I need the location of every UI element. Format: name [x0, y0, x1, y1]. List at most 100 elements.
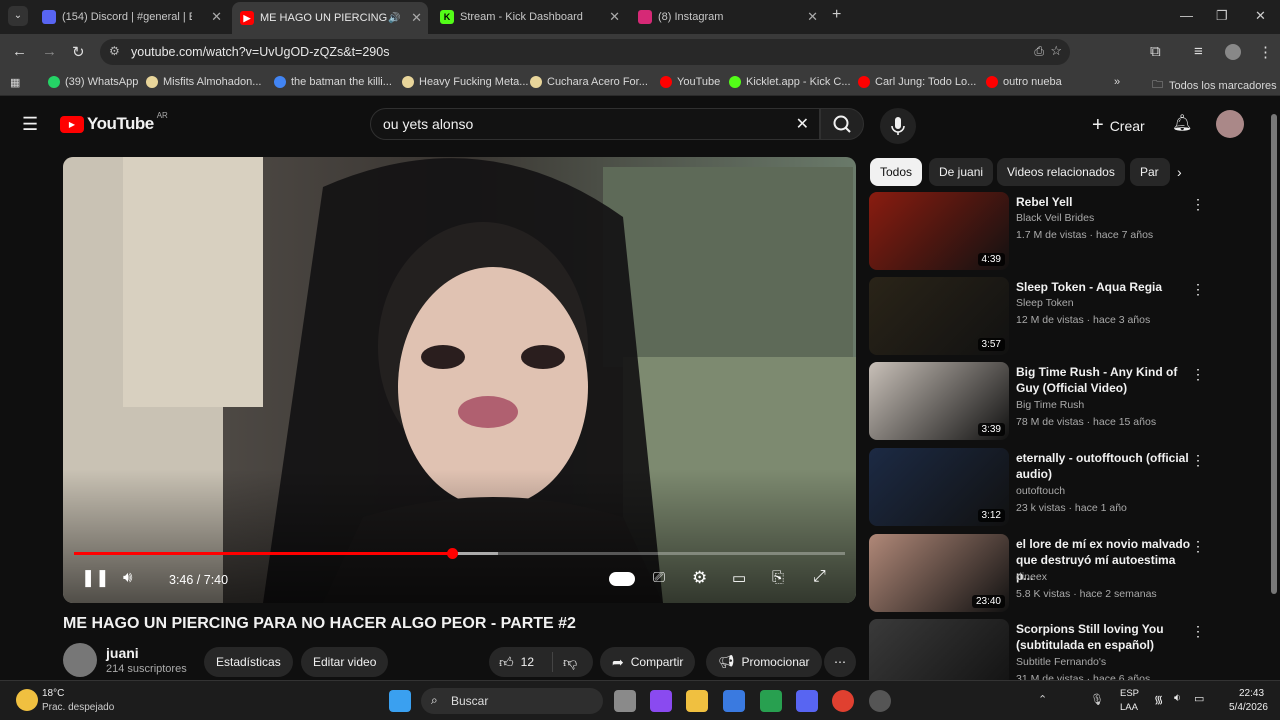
share-button[interactable]: ➦ Compartir	[600, 647, 696, 677]
chip-videos-relacionados[interactable]: Videos relacionados	[997, 158, 1125, 186]
edit-video-button[interactable]: Editar video	[301, 647, 389, 677]
bookmark-heavy-metal[interactable]: Heavy Fucking Meta...	[402, 76, 528, 88]
like-button[interactable]: 👍︎ 12	[489, 652, 553, 672]
battery-icon[interactable]: ▭	[1194, 692, 1204, 705]
more-actions-icon[interactable]: ⋯	[824, 647, 856, 677]
search-button[interactable]	[820, 108, 864, 140]
close-tab-icon[interactable]: ✕	[807, 9, 818, 25]
keyboard-layout[interactable]: LAA	[1120, 702, 1138, 713]
recommendation-channel[interactable]: Big Time Rush	[1016, 399, 1084, 411]
close-tab-icon[interactable]: ✕	[211, 9, 222, 25]
bookmark-youtube[interactable]: YouTube	[660, 76, 720, 88]
search-input[interactable]: ou yets alonso	[383, 116, 473, 132]
fullscreen-icon[interactable]: ⤢	[813, 568, 826, 586]
bookmark-batman[interactable]: the batman the killi...	[274, 76, 392, 88]
voice-search-button[interactable]	[880, 108, 916, 144]
volume-icon[interactable]: 🔊︎	[123, 569, 132, 586]
install-app-icon[interactable]: ⎙	[1034, 44, 1044, 59]
more-options-icon[interactable]: ⋮	[1191, 281, 1205, 298]
bookmark-cuchara[interactable]: Cuchara Acero For...	[530, 76, 648, 88]
tab-kick[interactable]: K Stream - Kick Dashboard ✕	[432, 4, 626, 30]
cast-icon[interactable]: ⎘	[772, 569, 784, 586]
obs-icon[interactable]	[869, 690, 891, 712]
chip-partial[interactable]: Par	[1130, 158, 1170, 186]
minimize-button[interactable]: —	[1180, 8, 1193, 23]
settings-gear-icon[interactable]: ⚙	[692, 568, 707, 588]
recommendation-title[interactable]: eternally - outofftouch (official audio)	[1016, 450, 1191, 482]
taskbar-search[interactable]: ⌕ Buscar	[421, 688, 603, 714]
site-info-icon[interactable]: ⚙	[109, 44, 120, 58]
recommendation-title[interactable]: Big Time Rush - Any Kind of Guy (Officia…	[1016, 364, 1191, 396]
apps-grid-icon[interactable]: ▦	[10, 76, 20, 89]
tab-youtube-active[interactable]: ▶ ME HAGO UN PIERCING PA 🔊 ✕	[232, 2, 428, 34]
create-button[interactable]: + Crear	[1092, 114, 1145, 137]
forward-arrow-icon[interactable]: →	[42, 43, 57, 60]
more-options-icon[interactable]: ⋮	[1191, 538, 1205, 555]
bookmark-kicklet[interactable]: Kicklet.app - Kick C...	[729, 76, 851, 88]
reload-icon[interactable]: ↻	[72, 43, 85, 61]
recommendation-item[interactable]: 3:57 Sleep Token - Aqua Regia Sleep Token 1…	[869, 277, 1259, 357]
pause-icon[interactable]: ❚❚	[81, 568, 110, 588]
microphone-tray-icon[interactable]: 🎙︎	[1090, 693, 1104, 706]
recommendation-channel[interactable]: Subtitle Fernando's	[1016, 656, 1106, 668]
word-icon[interactable]	[723, 690, 745, 712]
video-thumbnail[interactable]: 23:40	[869, 534, 1009, 612]
tab-instagram[interactable]: (8) Instagram ✕	[630, 4, 824, 30]
chip-todos[interactable]: Todos	[870, 158, 923, 186]
more-options-icon[interactable]: ⋮	[1191, 366, 1205, 383]
new-tab-button[interactable]: +	[832, 6, 841, 24]
copilot-icon[interactable]	[650, 690, 672, 712]
task-view-icon[interactable]	[614, 690, 636, 712]
stats-button[interactable]: Estadísticas	[204, 647, 293, 677]
chip-de-juani[interactable]: De juani	[929, 158, 994, 186]
channel-name[interactable]: juani	[106, 645, 139, 661]
search-box[interactable]: ou yets alonso ✕	[370, 108, 820, 140]
back-arrow-icon[interactable]: ←	[12, 43, 27, 60]
recommendation-title[interactable]: Sleep Token - Aqua Regia	[1016, 279, 1191, 295]
recommendation-channel[interactable]: dineex	[1016, 571, 1047, 583]
video-player[interactable]: ❚❚ 🔊︎ 3:46 / 7:40 ⎚ ⚙ ▭ ⎘ ⤢	[63, 157, 856, 603]
tray-overflow-icon[interactable]: ⌃	[1038, 693, 1047, 706]
progress-scrubber[interactable]	[446, 548, 458, 559]
weather-icon[interactable]	[16, 689, 38, 711]
close-window-button[interactable]: ✕	[1255, 8, 1266, 24]
tab-discord[interactable]: (154) Discord | #general | EMO( ✕	[34, 4, 228, 30]
recommendation-channel[interactable]: outoftouch	[1016, 485, 1065, 497]
speaker-icon[interactable]: 🔊	[388, 13, 400, 24]
hamburger-menu-icon[interactable]: ☰	[22, 114, 38, 135]
omnibox[interactable]: ⚙ youtube.com/watch?v=UvUgOD-zQZs&t=290s…	[100, 39, 1070, 65]
menu-kebab-icon[interactable]: ⋮	[1258, 43, 1273, 61]
excel-icon[interactable]	[760, 690, 782, 712]
video-thumbnail[interactable]: 3:39	[869, 362, 1009, 440]
bookmark-whatsapp[interactable]: (39) WhatsApp	[48, 76, 138, 88]
video-thumbnail[interactable]: 3:12	[869, 448, 1009, 526]
maximize-button[interactable]: ❐	[1216, 8, 1228, 24]
extensions-icon[interactable]: ⧉	[1150, 43, 1161, 60]
file-explorer-icon[interactable]	[686, 690, 708, 712]
recommendation-channel[interactable]: Sleep Token	[1016, 297, 1074, 309]
clear-search-icon[interactable]: ✕	[796, 114, 809, 134]
dislike-button[interactable]: 👎︎	[553, 654, 577, 671]
volume-tray-icon[interactable]: 🔉︎	[1174, 692, 1181, 705]
language-code[interactable]: ESP	[1120, 688, 1139, 699]
bookmark-misfits[interactable]: Misfits Almohadon...	[146, 76, 261, 88]
miniplayer-icon[interactable]: ▭	[732, 569, 746, 587]
more-options-icon[interactable]: ⋮	[1191, 623, 1205, 640]
windows-start-icon[interactable]	[389, 690, 411, 712]
account-avatar[interactable]	[1216, 110, 1244, 138]
scrollbar-thumb[interactable]	[1271, 114, 1277, 594]
close-tab-icon[interactable]: ✕	[411, 10, 422, 26]
clock-time[interactable]: 22:43	[1239, 688, 1264, 699]
close-tab-icon[interactable]: ✕	[609, 9, 620, 25]
subtitles-icon[interactable]: ⎚	[653, 569, 665, 586]
channel-avatar[interactable]	[63, 643, 97, 677]
recommendation-item[interactable]: 4:39 Rebel Yell Black Veil Brides 1.7 M de …	[869, 192, 1259, 272]
all-bookmarks[interactable]: 🗀 Todos los marcadores	[1152, 76, 1277, 95]
youtube-logo[interactable]: ▶ YouTube AR	[60, 111, 168, 134]
media-control-icon[interactable]: ≡	[1194, 43, 1203, 60]
clock-date[interactable]: 5/4/2026	[1229, 702, 1268, 713]
bookmark-star-icon[interactable]: ☆	[1050, 43, 1062, 59]
bookmark-carl-jung[interactable]: Carl Jung: Todo Lo...	[858, 76, 976, 88]
bookmark-outro[interactable]: outro nueba	[986, 76, 1062, 88]
chrome-icon[interactable]	[832, 690, 854, 712]
